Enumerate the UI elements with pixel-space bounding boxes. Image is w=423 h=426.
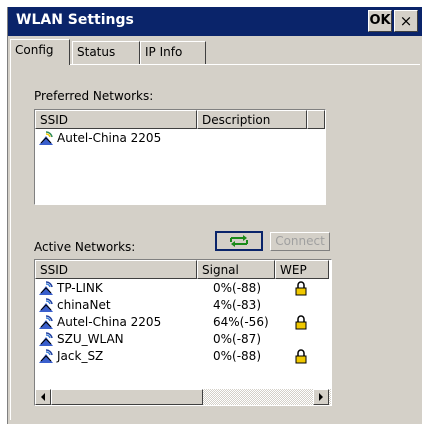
horizontal-scrollbar[interactable]	[35, 389, 331, 405]
signal-cell: 0%(-88)	[213, 349, 261, 363]
tab-config[interactable]: Config	[10, 39, 70, 65]
tab-ip-info[interactable]: IP Info	[140, 41, 206, 64]
ssid-cell: chinaNet	[57, 298, 111, 312]
table-row[interactable]: chinaNet 4%(-83)	[35, 297, 329, 315]
ssid-cell: Jack_SZ	[57, 349, 104, 363]
signal-cell: 0%(-87)	[213, 332, 261, 346]
wlan-settings-window: WLAN Settings OK × Config Status IP Info…	[7, 7, 422, 424]
scrollbar-thumb[interactable]	[51, 389, 203, 405]
arrow-right-icon	[319, 393, 323, 401]
wireless-network-icon	[39, 332, 53, 346]
tab-status[interactable]: Status	[72, 41, 140, 64]
close-button[interactable]: ×	[394, 10, 418, 32]
table-row[interactable]: Autel-China 2205 64%(-56)	[35, 314, 329, 332]
wireless-network-icon	[39, 298, 53, 312]
ssid-cell: SZU_WLAN	[57, 332, 124, 346]
ssid-cell: TP-LINK	[57, 281, 103, 295]
lock-icon	[295, 281, 307, 296]
active-networks-label: Active Networks:	[34, 240, 136, 254]
arrow-left-icon	[41, 393, 45, 401]
ok-button[interactable]: OK	[368, 10, 392, 32]
signal-cell: 64%(-56)	[213, 315, 269, 329]
table-row[interactable]: TP-LINK 0%(-88)	[35, 280, 329, 298]
column-header-ssid[interactable]: SSID	[35, 260, 197, 279]
refresh-button[interactable]	[215, 231, 263, 251]
signal-cell: 4%(-83)	[213, 298, 261, 312]
ssid-cell: Autel-China 2205	[57, 315, 162, 329]
scroll-right-button[interactable]	[313, 389, 329, 405]
wireless-network-icon	[39, 349, 53, 363]
column-header-signal[interactable]: Signal	[197, 260, 275, 279]
table-row[interactable]: SZU_WLAN 0%(-87)	[35, 331, 329, 349]
preferred-networks-list[interactable]: SSID Description Autel-China 2205	[34, 109, 326, 205]
refresh-arrows-icon	[230, 235, 248, 247]
column-header-empty	[307, 110, 325, 129]
lock-icon	[295, 315, 307, 330]
active-networks-list[interactable]: SSID Signal WEP TP-LINK 0%(-88) chinaNet 4%…	[34, 259, 332, 406]
list-item[interactable]: Autel-China 2205	[35, 130, 325, 148]
wireless-network-icon	[39, 131, 53, 145]
scroll-left-button[interactable]	[35, 389, 51, 405]
lock-icon	[295, 349, 307, 364]
signal-cell: 0%(-88)	[213, 281, 261, 295]
title-bar: WLAN Settings OK ×	[8, 7, 422, 36]
table-row[interactable]: Jack_SZ 0%(-88)	[35, 348, 329, 366]
connect-button[interactable]: Connect	[270, 232, 330, 251]
preferred-networks-label: Preferred Networks:	[34, 89, 154, 103]
wireless-network-icon	[39, 281, 53, 295]
wireless-network-icon	[39, 315, 53, 329]
window-title: WLAN Settings	[16, 12, 134, 28]
column-header-description[interactable]: Description	[197, 110, 307, 129]
column-header-ssid[interactable]: SSID	[35, 110, 197, 129]
column-header-wep[interactable]: WEP	[275, 260, 329, 279]
ssid-cell: Autel-China 2205	[57, 131, 162, 145]
